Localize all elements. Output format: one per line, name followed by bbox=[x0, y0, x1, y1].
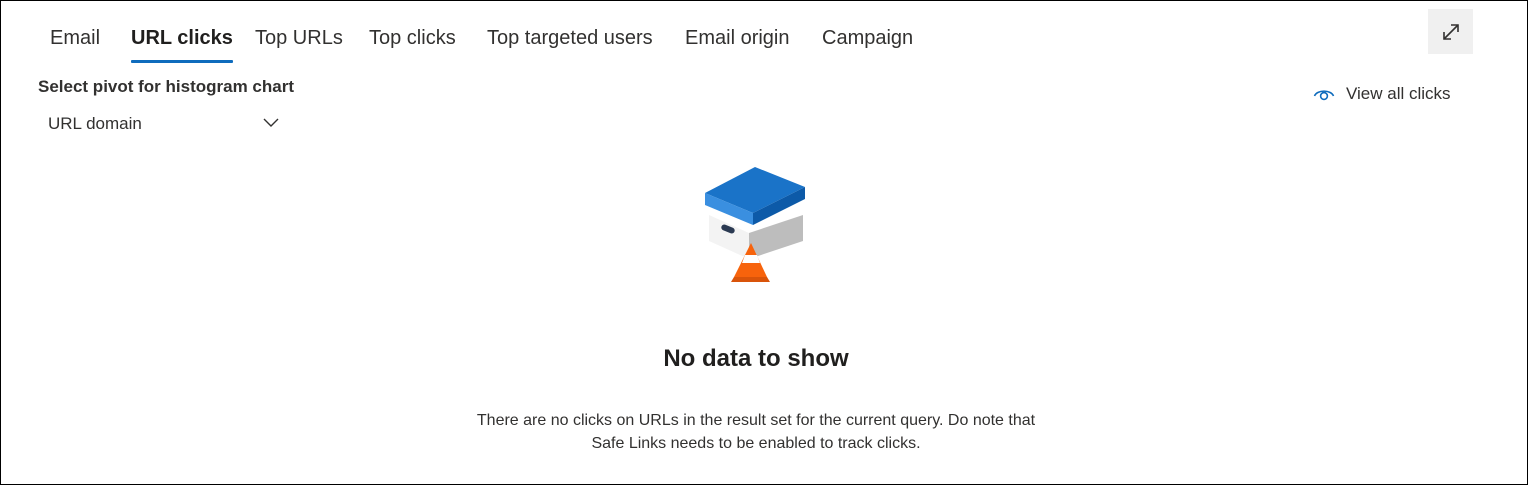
tab-top-targeted-users[interactable]: Top targeted users bbox=[487, 15, 653, 63]
pivot-selected-value: URL domain bbox=[48, 114, 142, 133]
view-all-clicks-button[interactable]: View all clicks bbox=[1313, 81, 1451, 107]
empty-box-illustration bbox=[705, 167, 805, 282]
tab-url-clicks[interactable]: URL clicks bbox=[131, 15, 233, 63]
empty-state-message: There are no clicks on URLs in the resul… bbox=[1, 409, 1511, 455]
empty-state-title: No data to show bbox=[663, 345, 849, 372]
tab-campaign[interactable]: Campaign bbox=[822, 15, 913, 63]
panel: Email URL clicks Top URLs Top clicks Top… bbox=[0, 0, 1528, 485]
eye-icon bbox=[1313, 90, 1335, 101]
tab-email[interactable]: Email bbox=[50, 15, 100, 63]
pivot-label: Select pivot for histogram chart bbox=[38, 77, 294, 96]
tab-email-origin[interactable]: Email origin bbox=[685, 15, 789, 63]
empty-state-message-line-2: Safe Links needs to be enabled to track … bbox=[591, 435, 921, 452]
empty-state-message-line-1: There are no clicks on URLs in the resul… bbox=[476, 412, 1036, 429]
tab-top-clicks[interactable]: Top clicks bbox=[369, 15, 456, 63]
chevron-down-icon bbox=[263, 118, 279, 127]
expand-button[interactable] bbox=[1428, 9, 1473, 54]
view-all-clicks-label: View all clicks bbox=[1346, 84, 1451, 103]
pivot-dropdown[interactable]: URL domain bbox=[38, 109, 288, 139]
expand-icon bbox=[1442, 23, 1459, 40]
tab-top-urls[interactable]: Top URLs bbox=[255, 15, 343, 63]
